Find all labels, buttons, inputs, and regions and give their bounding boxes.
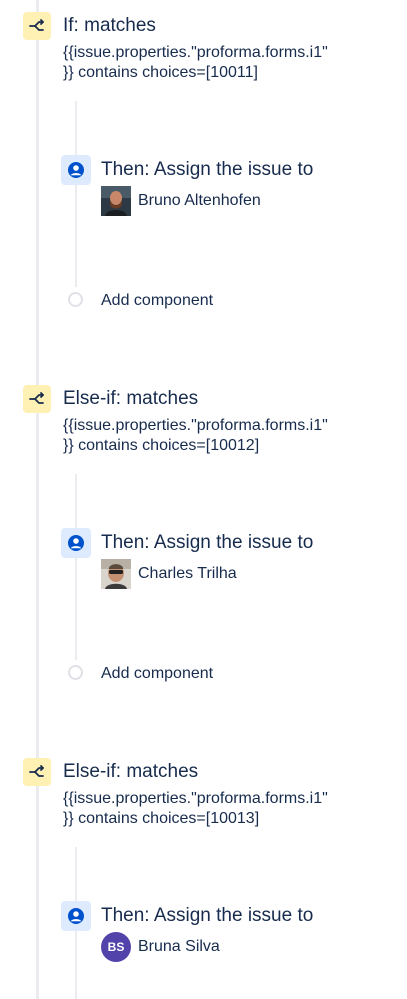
avatar: BS bbox=[101, 932, 131, 962]
assignee: Bruno Altenhofen bbox=[101, 186, 261, 216]
branch-icon[interactable] bbox=[23, 12, 51, 40]
action-title[interactable]: Then: Assign the issue to bbox=[101, 531, 313, 555]
branch-connector-line bbox=[75, 474, 77, 660]
condition-expression-line: {{issue.properties."proforma.forms.i1" bbox=[63, 417, 328, 434]
user-circle-icon[interactable] bbox=[61, 528, 91, 558]
assignee-name: Bruno Altenhofen bbox=[138, 192, 261, 209]
condition-title[interactable]: Else-if: matches bbox=[63, 760, 198, 784]
action-title[interactable]: Then: Assign the issue to bbox=[101, 158, 313, 182]
condition-expression-line: }} contains choices=[10011] bbox=[63, 64, 258, 81]
branch-icon[interactable] bbox=[23, 758, 51, 786]
condition-expression-line: {{issue.properties."proforma.forms.i1" bbox=[63, 790, 328, 807]
condition-expression-line: }} contains choices=[10012] bbox=[63, 437, 260, 454]
avatar bbox=[101, 559, 131, 589]
assignee: Charles Trilha bbox=[101, 559, 237, 589]
assignee-name: Charles Trilha bbox=[138, 565, 237, 582]
assignee-name: Bruna Silva bbox=[138, 938, 220, 955]
empty-circle-icon bbox=[68, 292, 83, 307]
branch-connector-line bbox=[75, 101, 77, 287]
user-circle-icon[interactable] bbox=[61, 901, 91, 931]
condition-expression-line: }} contains choices=[10013] bbox=[63, 810, 260, 827]
flow-connector-line bbox=[36, 0, 39, 999]
condition-expression-line: {{issue.properties."proforma.forms.i1" bbox=[63, 44, 328, 61]
empty-circle-icon bbox=[68, 665, 83, 680]
condition-expression: {{issue.properties."proforma.forms.i1" }… bbox=[63, 789, 393, 829]
condition-title[interactable]: Else-if: matches bbox=[63, 387, 198, 411]
avatar bbox=[101, 186, 131, 216]
condition-title[interactable]: If: matches bbox=[63, 14, 156, 38]
action-title[interactable]: Then: Assign the issue to bbox=[101, 904, 313, 928]
branch-icon[interactable] bbox=[23, 385, 51, 413]
add-component-link[interactable]: Add component bbox=[101, 664, 213, 684]
condition-expression: {{issue.properties."proforma.forms.i1" }… bbox=[63, 416, 393, 456]
add-component-link[interactable]: Add component bbox=[101, 291, 213, 311]
user-circle-icon[interactable] bbox=[61, 155, 91, 185]
automation-rule-flow: If: matches {{issue.properties."proforma… bbox=[0, 0, 407, 999]
assignee: BS Bruna Silva bbox=[101, 932, 220, 962]
condition-expression: {{issue.properties."proforma.forms.i1" }… bbox=[63, 43, 393, 83]
